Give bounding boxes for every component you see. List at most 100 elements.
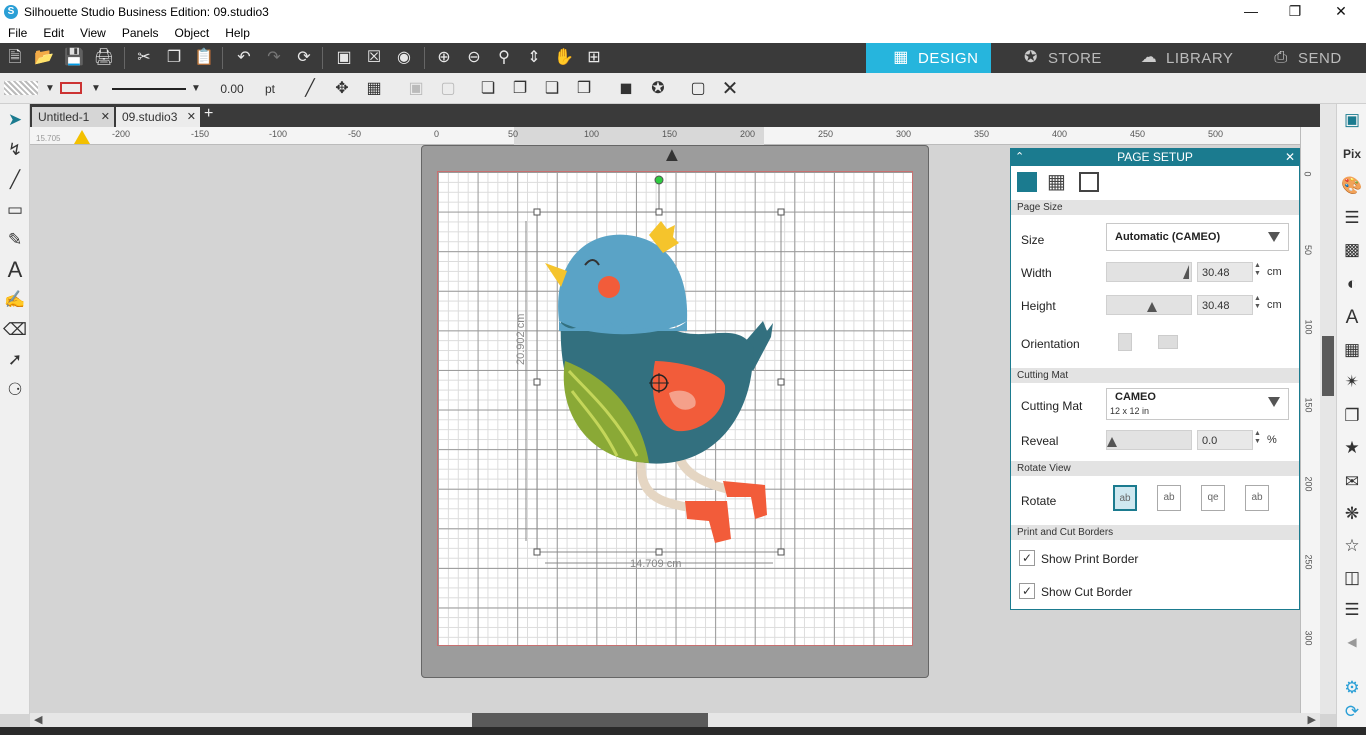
sketch-icon[interactable]: ☰ <box>1340 598 1364 622</box>
sync-icon[interactable]: ⟳ <box>1340 700 1364 724</box>
modify-icon[interactable]: ★ <box>1340 436 1364 460</box>
undo-icon[interactable]: ↶ <box>232 47 256 69</box>
registration-marks-icon[interactable] <box>1079 172 1099 192</box>
save-icon[interactable]: 💾 <box>62 47 86 69</box>
scroll-right-icon[interactable]: ▶ <box>1308 713 1316 726</box>
menu-panels[interactable]: Panels <box>114 26 167 40</box>
reveal-stepper-icon[interactable]: ▲ ▼ <box>1254 430 1261 446</box>
warning-icon[interactable] <box>74 130 90 144</box>
cutting-mat-dropdown[interactable]: CAMEO 12 x 12 in <box>1106 388 1289 420</box>
restore-icon[interactable]: ❐ <box>1272 0 1318 23</box>
fill-pattern-icon[interactable] <box>4 81 38 95</box>
sketch-icon[interactable]: ✍ <box>3 288 27 312</box>
3d-box-icon[interactable]: ▢ <box>686 78 710 100</box>
pen-icon[interactable]: ✎ <box>3 228 27 252</box>
chevron-down-icon[interactable]: ▼ <box>184 78 208 100</box>
bring-front-icon[interactable]: ❑ <box>540 78 564 100</box>
gear-icon[interactable]: ⚙ <box>1340 676 1364 700</box>
edit-points-icon[interactable]: ↯ <box>3 138 27 162</box>
move-icon[interactable]: ✥ <box>330 78 354 100</box>
close-icon[interactable]: ✕ <box>718 78 742 100</box>
eyedropper-icon[interactable]: ⚆ <box>3 378 27 402</box>
chevron-down-icon[interactable]: ▼ <box>84 78 108 100</box>
menu-file[interactable]: File <box>0 26 35 40</box>
line-style-icon[interactable] <box>112 88 186 90</box>
pixscan-icon[interactable]: Pix <box>1340 142 1364 166</box>
copy-icon[interactable]: ❐ <box>162 47 186 69</box>
bird-artwork[interactable] <box>437 171 913 646</box>
transform-icon[interactable]: ✴ <box>1340 370 1364 394</box>
menu-help[interactable]: Help <box>217 26 258 40</box>
star-shape-icon[interactable]: ✪ <box>646 78 670 100</box>
height-input[interactable]: 30.48 <box>1197 295 1253 315</box>
width-input[interactable]: 30.48 <box>1197 262 1253 282</box>
width-slider[interactable] <box>1106 262 1192 282</box>
zoom-in-icon[interactable]: ⊕ <box>432 47 456 69</box>
send-back-icon[interactable]: ❒ <box>572 78 596 100</box>
zoom-out-icon[interactable]: ⊖ <box>462 47 486 69</box>
text-icon[interactable]: A <box>3 258 27 282</box>
vertical-scrollbar[interactable] <box>1320 104 1336 714</box>
align-icon[interactable]: ▦ <box>1340 338 1364 362</box>
select-all-icon[interactable]: ▣ <box>332 47 356 69</box>
add-page-icon[interactable]: ⊞ <box>582 47 606 69</box>
contrast-icon[interactable]: ◐ <box>1340 272 1364 296</box>
portrait-icon[interactable] <box>1118 333 1132 351</box>
landscape-icon[interactable] <box>1158 335 1178 349</box>
nav-tab-library[interactable]: ☁ LIBRARY <box>1130 43 1250 73</box>
print-icon[interactable]: 🖨 <box>92 47 116 69</box>
close-icon[interactable]: ✕ <box>1318 0 1364 23</box>
show-print-border-checkbox[interactable]: ✓ <box>1019 550 1035 566</box>
paste-icon[interactable]: 📋 <box>192 47 216 69</box>
vertical-scroll-thumb[interactable] <box>1322 336 1334 396</box>
trace-icon[interactable]: ❋ <box>1340 502 1364 526</box>
cut-icon[interactable]: ✂ <box>132 47 156 69</box>
scroll-left-icon[interactable]: ◀ <box>34 713 42 726</box>
layers-icon[interactable]: ◫ <box>1340 566 1364 590</box>
rotate-270-button[interactable]: ab <box>1245 485 1269 511</box>
fill-icon[interactable]: ▩ <box>1340 238 1364 262</box>
align-icon[interactable]: ▦ <box>362 78 386 100</box>
duplicate-icon[interactable]: ❏ <box>476 78 500 100</box>
close-tab-icon[interactable]: ✕ <box>187 110 196 123</box>
grid-settings-icon[interactable]: ▦ <box>1047 172 1066 192</box>
tab-untitled-1[interactable]: Untitled-1 ✕ <box>32 107 114 127</box>
collapse-icon[interactable]: ⌃ <box>1015 149 1024 166</box>
zoom-select-icon[interactable]: ⚲ <box>492 47 516 69</box>
group-icon[interactable]: ▣ <box>404 78 428 100</box>
reveal-input[interactable]: 0.0 <box>1197 430 1253 450</box>
rotate-0-button[interactable]: ab <box>1113 485 1137 511</box>
text-style-icon[interactable]: A <box>1340 306 1364 330</box>
refresh-icon[interactable]: ⟳ <box>292 47 316 69</box>
weld-icon[interactable]: ◼ <box>614 78 638 100</box>
show-cut-border-checkbox[interactable]: ✓ <box>1019 583 1035 599</box>
page-setup-tab-icon[interactable] <box>1017 172 1037 192</box>
deselect-icon[interactable]: ☒ <box>362 47 386 69</box>
height-slider[interactable] <box>1106 295 1192 315</box>
select-arrow-icon[interactable]: ➤ <box>3 108 27 132</box>
nav-tab-send[interactable]: ⎙ SEND <box>1262 43 1366 73</box>
nav-tab-store[interactable]: ✪ STORE <box>1010 43 1120 73</box>
star-icon[interactable]: ☆ <box>1340 534 1364 558</box>
redo-icon[interactable]: ↷ <box>262 47 286 69</box>
close-icon[interactable]: ✕ <box>1285 149 1295 166</box>
collapse-arrow-icon[interactable]: ◀ <box>1340 630 1364 654</box>
offset-icon[interactable]: ✉ <box>1340 470 1364 494</box>
ungroup-icon[interactable]: ▢ <box>436 78 460 100</box>
nav-tab-design[interactable]: ▦ DESIGN <box>866 43 991 73</box>
palette-icon[interactable]: 🎨 <box>1340 174 1364 198</box>
line-width-field[interactable]: 0.00 <box>212 78 252 100</box>
pan-hand-icon[interactable]: ✋ <box>552 47 576 69</box>
menu-edit[interactable]: Edit <box>35 26 72 40</box>
new-file-icon[interactable]: 🗎 <box>3 47 27 69</box>
replicate-icon[interactable]: ❐ <box>1340 404 1364 428</box>
line-icon[interactable]: ╱ <box>3 168 27 192</box>
rectangle-icon[interactable]: ▭ <box>3 198 27 222</box>
eraser-icon[interactable]: ⌫ <box>3 318 27 342</box>
rotate-90-button[interactable]: ab <box>1157 485 1181 511</box>
close-tab-icon[interactable]: ✕ <box>101 110 110 123</box>
horizontal-scroll-thumb[interactable] <box>472 713 708 727</box>
size-dropdown[interactable]: Automatic (CAMEO) <box>1106 223 1289 251</box>
chevron-down-icon[interactable]: ▼ <box>38 78 62 100</box>
reveal-slider[interactable] <box>1106 430 1192 450</box>
